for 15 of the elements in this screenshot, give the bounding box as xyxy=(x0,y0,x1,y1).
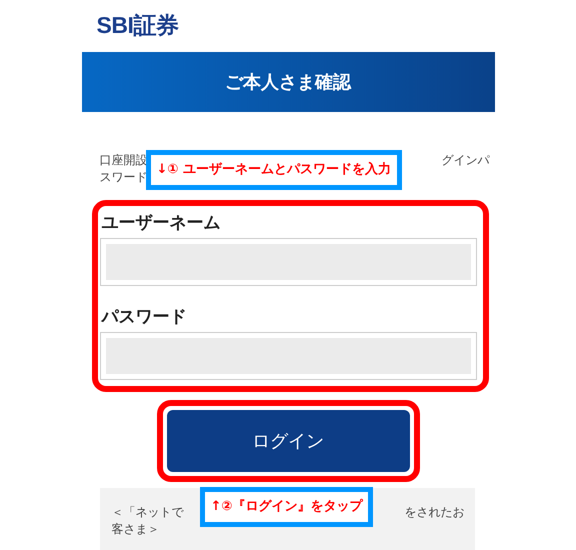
intro-text: 口座開設 xyxy=(100,152,148,169)
callout-label: ↓① ユーザーネームとパスワードを入力 xyxy=(146,150,402,190)
notice-text: をされたお xyxy=(404,504,464,521)
input-field[interactable] xyxy=(100,238,476,286)
notice-text: ＜「ネットで xyxy=(112,504,184,521)
notice-text: 客さま＞ xyxy=(112,521,160,538)
page-title: ご本人さま確認 xyxy=(225,71,351,94)
logo: SBI証券 xyxy=(96,11,178,40)
callout-label: ↑②『ログイン』をタップ xyxy=(200,487,374,527)
intro-text: グインパ xyxy=(442,152,490,169)
login-button[interactable]: ログイン xyxy=(166,410,410,472)
intro-text: スワード xyxy=(100,169,148,186)
field-label: ユーザーネーム xyxy=(102,212,222,234)
field-label: パスワード xyxy=(102,306,188,328)
input-field[interactable] xyxy=(100,332,476,380)
